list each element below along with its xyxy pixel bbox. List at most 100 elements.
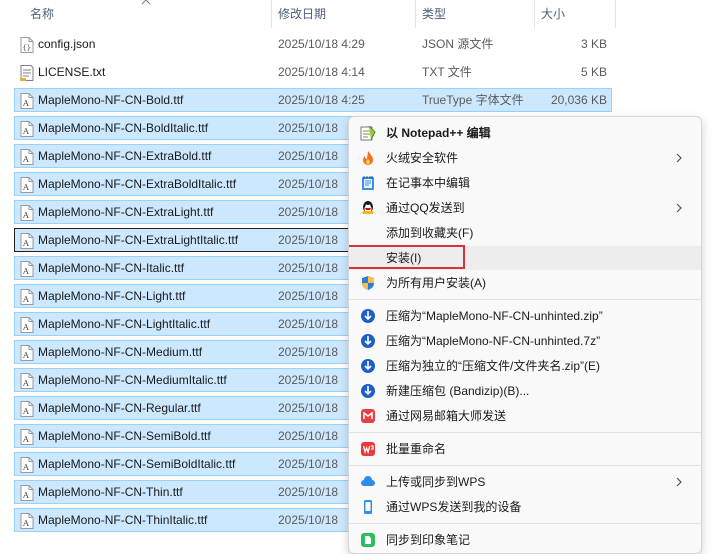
file-type: TXT 文件 [422, 65, 472, 79]
menu-item-label: 同步到印象笔记 [386, 533, 471, 547]
notepadpp-icon [360, 125, 376, 141]
file-name: MapleMono-NF-CN-Medium.ttf [38, 345, 203, 359]
svg-text:A: A [22, 351, 29, 360]
menu-item[interactable]: 火绒安全软件 [349, 146, 701, 170]
file-date: 2025/10/18 [278, 233, 339, 247]
menu-item[interactable]: 压缩为“MapleMono-NF-CN-unhinted.7z” [349, 329, 701, 353]
menu-item[interactable]: 通过WPS发送到我的设备 [349, 495, 701, 519]
file-date: 2025/10/18 [278, 317, 339, 331]
menu-item[interactable]: 安装(I) [349, 245, 701, 270]
text-file-icon [20, 65, 34, 81]
file-date: 2025/10/18 [278, 177, 339, 191]
menu-item[interactable]: 添加到收藏夹(F) [349, 221, 701, 245]
font-file-icon: A [20, 345, 34, 361]
svg-text:A: A [22, 463, 29, 472]
menu-separator [349, 299, 701, 300]
menu-item-label: 压缩为“MapleMono-NF-CN-unhinted.zip” [386, 309, 603, 323]
font-file-icon: A [20, 317, 34, 333]
file-date: 2025/10/18 [278, 513, 339, 527]
file-date: 2025/10/18 [278, 149, 339, 163]
font-file-icon: A [20, 93, 34, 109]
file-date: 2025/10/18 [278, 457, 339, 471]
file-name: MapleMono-NF-CN-Regular.ttf [38, 401, 201, 415]
list-item[interactable]: LICENSE.txt 2025/10/18 4:14 TXT 文件 5 KB [14, 60, 612, 84]
svg-text:A: A [22, 99, 29, 108]
menu-item[interactable]: 压缩为独立的“压缩文件/文件夹名.zip”(E) [349, 354, 701, 378]
file-name: MapleMono-NF-CN-BoldItalic.ttf [38, 121, 209, 135]
bandizip-icon [361, 359, 375, 373]
column-divider[interactable] [534, 0, 535, 28]
menu-item[interactable]: 通过QQ发送到 [349, 196, 701, 220]
file-name: MapleMono-NF-CN-SemiBoldItalic.ttf [38, 457, 236, 471]
huorong-icon [363, 151, 373, 165]
wps-device-icon [364, 500, 372, 514]
file-name: MapleMono-NF-CN-Light.ttf [38, 289, 186, 303]
file-name: MapleMono-NF-CN-ThinItalic.ttf [38, 513, 208, 527]
svg-text:A: A [22, 519, 29, 528]
file-type: TrueType 字体文件 [422, 93, 524, 107]
file-date: 2025/10/18 [278, 261, 339, 275]
file-date: 2025/10/18 [278, 373, 339, 387]
svg-text:A: A [22, 295, 29, 304]
menu-item[interactable]: 上传或同步到WPS [349, 470, 701, 494]
column-divider[interactable] [615, 0, 616, 28]
menu-item[interactable]: 同步到印象笔记 [349, 528, 701, 552]
menu-item-label: 添加到收藏夹(F) [386, 226, 474, 240]
column-size[interactable]: 大小 [541, 0, 565, 28]
font-file-icon: A [20, 261, 34, 277]
file-date: 2025/10/18 [278, 345, 339, 359]
menu-item-label: 通过网易邮箱大师发送 [386, 409, 507, 423]
file-name: MapleMono-NF-CN-Thin.ttf [38, 485, 183, 499]
uac-shield-icon [362, 276, 374, 290]
font-file-icon: A [20, 289, 34, 305]
highlight-box [349, 245, 465, 269]
file-name: MapleMono-NF-CN-ExtraBold.ttf [38, 149, 212, 163]
menu-item[interactable]: 以 Notepad++ 编辑 [349, 121, 701, 145]
menu-item[interactable]: 为所有用户安装(A) [349, 271, 701, 295]
menu-item-label: 为所有用户安装(A) [386, 276, 486, 290]
svg-text:A: A [22, 239, 29, 248]
svg-text:A: A [22, 407, 29, 416]
file-name: config.json [38, 37, 96, 51]
menu-item[interactable]: 压缩为“MapleMono-NF-CN-unhinted.zip” [349, 304, 701, 328]
menu-item-label: 上传或同步到WPS [386, 475, 486, 489]
file-date: 2025/10/18 [278, 401, 339, 415]
menu-item[interactable]: 批量重命名 [349, 437, 701, 461]
list-item[interactable]: {} config.json 2025/10/18 4:29 JSON 源文件 3 KB [14, 32, 612, 56]
list-item[interactable]: A MapleMono-NF-CN-Bold.ttf 2025/10/18 4:25… [14, 88, 612, 112]
column-type[interactable]: 类型 [422, 0, 446, 28]
file-name: MapleMono-NF-CN-Bold.ttf [38, 93, 184, 107]
svg-text:A: A [22, 155, 29, 164]
menu-item-label: 通过QQ发送到 [386, 201, 465, 215]
file-date: 2025/10/18 [278, 205, 339, 219]
file-name: MapleMono-NF-CN-ExtraLightItalic.ttf [38, 233, 239, 247]
svg-text:A: A [22, 491, 29, 500]
font-file-icon: A [20, 401, 34, 417]
file-size: 5 KB [580, 65, 607, 79]
column-date[interactable]: 修改日期 [278, 0, 326, 28]
menu-item[interactable]: 在记事本中编辑 [349, 171, 701, 195]
font-file-icon: A [20, 177, 34, 193]
svg-text:{}: {} [23, 44, 31, 52]
file-date: 2025/10/18 [278, 121, 339, 135]
column-name[interactable]: 名称 [30, 0, 54, 28]
menu-item-label: 通过WPS发送到我的设备 [386, 500, 522, 514]
font-file-icon: A [20, 485, 34, 501]
font-file-icon: A [20, 513, 34, 529]
menu-separator [349, 465, 701, 466]
chevron-right-icon [676, 203, 682, 213]
menu-item-label: 批量重命名 [386, 442, 447, 456]
column-divider[interactable] [415, 0, 416, 28]
svg-text:A: A [22, 183, 29, 192]
svg-text:A: A [22, 211, 29, 220]
sort-ascending-icon [141, 0, 151, 5]
menu-separator [349, 432, 701, 433]
file-type: JSON 源文件 [422, 37, 494, 51]
menu-item-label: 火绒安全软件 [386, 151, 459, 165]
menu-item[interactable]: 通过网易邮箱大师发送 [349, 404, 701, 428]
svg-text:A: A [22, 435, 29, 444]
file-name: LICENSE.txt [38, 65, 106, 79]
column-divider[interactable] [271, 0, 272, 28]
menu-item[interactable]: 新建压缩包 (Bandizip)(B)... [349, 379, 701, 403]
menu-item-label: 压缩为独立的“压缩文件/文件夹名.zip”(E) [386, 359, 600, 373]
